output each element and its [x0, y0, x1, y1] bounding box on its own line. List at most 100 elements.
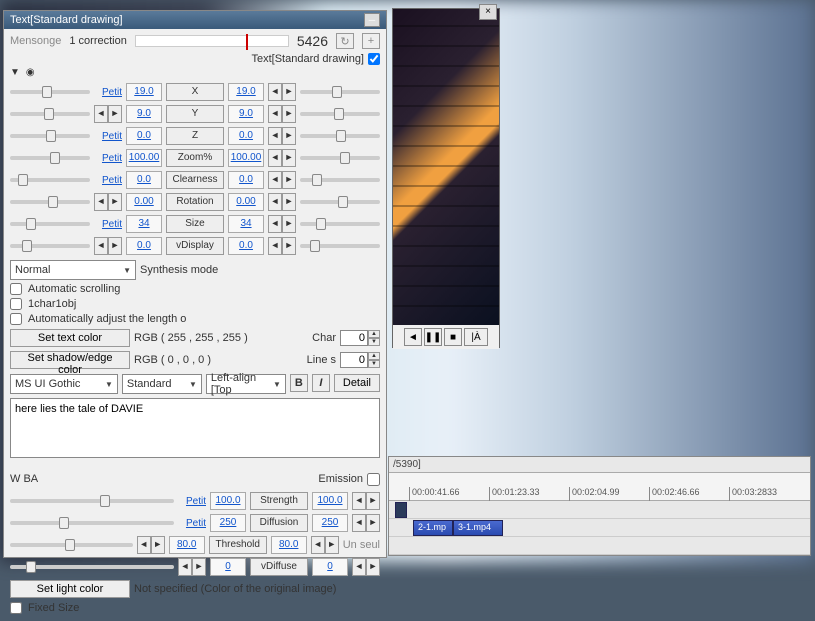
slider[interactable]: [300, 90, 380, 94]
value-left[interactable]: 100.0: [210, 492, 246, 510]
size-link[interactable]: Petit: [94, 87, 122, 98]
value-right[interactable]: 250: [312, 514, 348, 532]
step-arrows[interactable]: ◄►: [137, 536, 165, 554]
pause-button[interactable]: ❚❚: [424, 328, 442, 346]
stop-button[interactable]: ■: [444, 328, 462, 346]
value-right[interactable]: 0.0: [228, 127, 264, 145]
value-left[interactable]: 0.00: [126, 193, 162, 211]
size-link[interactable]: Petit: [94, 153, 122, 164]
slider[interactable]: [10, 200, 90, 204]
text-input[interactable]: here lies the tale of DAVIE: [10, 398, 380, 458]
italic-button[interactable]: I: [312, 374, 330, 392]
prev-frame-button[interactable]: ◄: [404, 328, 422, 346]
size-link[interactable]: Petit: [178, 496, 206, 507]
set-shadow-color-button[interactable]: Set shadow/edge color: [10, 351, 130, 369]
autolen-checkbox[interactable]: [10, 313, 22, 325]
line-spinner[interactable]: ▲▼: [340, 352, 380, 368]
param-size[interactable]: Size: [166, 215, 224, 233]
value-right[interactable]: 0.0: [228, 171, 264, 189]
step-arrows[interactable]: ◄►: [268, 105, 296, 123]
param-zoom%[interactable]: Zoom%: [166, 149, 224, 167]
step-arrows[interactable]: ◄►: [268, 215, 296, 233]
size-link[interactable]: Petit: [178, 518, 206, 529]
char-spinner[interactable]: ▲▼: [340, 330, 380, 346]
value-left[interactable]: 19.0: [126, 83, 162, 101]
slider[interactable]: [10, 134, 90, 138]
slider[interactable]: [10, 521, 174, 525]
value-right[interactable]: 9.0: [228, 105, 264, 123]
clip[interactable]: [395, 502, 407, 518]
track-row[interactable]: [389, 501, 810, 519]
slider[interactable]: [300, 200, 380, 204]
value-left[interactable]: 9.0: [126, 105, 162, 123]
slider[interactable]: [10, 222, 90, 226]
step-arrows[interactable]: ◄►: [311, 536, 339, 554]
value-right[interactable]: 80.0: [271, 536, 307, 554]
slider[interactable]: [10, 156, 90, 160]
collapse-icon[interactable]: ▼: [10, 67, 20, 78]
slider[interactable]: [300, 244, 380, 248]
slider[interactable]: [300, 178, 380, 182]
param-y[interactable]: Y: [166, 105, 224, 123]
track-row[interactable]: 2-1.mp 3-1.mp4: [389, 519, 810, 537]
timeline-ruler[interactable]: 00:00:41.66 00:01:23.33 00:02:04.99 00:0…: [389, 473, 810, 501]
value-right[interactable]: 0: [312, 558, 348, 576]
param-vdisplay[interactable]: vDisplay: [166, 237, 224, 255]
step-arrows[interactable]: ◄►: [268, 149, 296, 167]
track-row[interactable]: [389, 537, 810, 555]
fixed-size-checkbox[interactable]: [10, 602, 22, 614]
step-arrows[interactable]: ◄►: [352, 492, 380, 510]
step-arrows[interactable]: ◄►: [352, 558, 380, 576]
step-arrows[interactable]: ◄►: [268, 127, 296, 145]
value-right[interactable]: 100.0: [312, 492, 348, 510]
refresh-icon[interactable]: ↻: [336, 33, 354, 49]
value-right[interactable]: 19.0: [228, 83, 264, 101]
size-link[interactable]: Petit: [94, 131, 122, 142]
detail-button[interactable]: Detail: [334, 374, 380, 392]
value-left[interactable]: 250: [210, 514, 246, 532]
timeline-scrub[interactable]: [135, 35, 289, 47]
value-left[interactable]: 0.0: [126, 127, 162, 145]
slider[interactable]: [10, 112, 90, 116]
slider[interactable]: [300, 112, 380, 116]
add-icon[interactable]: +: [362, 33, 380, 49]
slider[interactable]: [10, 543, 133, 547]
value-right[interactable]: 100.00: [228, 149, 264, 167]
emission-checkbox[interactable]: [367, 473, 380, 486]
slider[interactable]: [300, 222, 380, 226]
step-arrows[interactable]: ◄►: [178, 558, 206, 576]
step-arrows[interactable]: ◄►: [352, 514, 380, 532]
align-select[interactable]: Left-align [Top▼: [206, 374, 286, 394]
param-strength[interactable]: Strength: [250, 492, 308, 510]
param-x[interactable]: X: [166, 83, 224, 101]
slider[interactable]: [10, 244, 90, 248]
slider[interactable]: [300, 134, 380, 138]
value-left[interactable]: 80.0: [169, 536, 205, 554]
clip[interactable]: 2-1.mp: [413, 520, 453, 536]
step-arrows[interactable]: ◄►: [94, 193, 122, 211]
size-link[interactable]: Petit: [94, 219, 122, 230]
synthesis-select[interactable]: Normal▼: [10, 260, 136, 280]
close-icon[interactable]: ×: [479, 4, 497, 20]
value-right[interactable]: 0.0: [228, 237, 264, 255]
font-style-select[interactable]: Standard▼: [122, 374, 202, 394]
step-arrows[interactable]: ◄►: [94, 237, 122, 255]
slider[interactable]: [10, 499, 174, 503]
step-arrows[interactable]: ◄►: [268, 83, 296, 101]
size-link[interactable]: Petit: [94, 175, 122, 186]
step-arrows[interactable]: ◄►: [268, 171, 296, 189]
char1obj-checkbox[interactable]: [10, 298, 22, 310]
value-right[interactable]: 0.00: [228, 193, 264, 211]
bold-button[interactable]: B: [290, 374, 308, 392]
param-clearness[interactable]: Clearness: [166, 171, 224, 189]
param-rotation[interactable]: Rotation: [166, 193, 224, 211]
set-light-color-button[interactable]: Set light color: [10, 580, 130, 598]
value-left[interactable]: 0.0: [126, 237, 162, 255]
slider[interactable]: [10, 565, 174, 569]
param-diffusion[interactable]: Diffusion: [250, 514, 308, 532]
font-family-select[interactable]: MS UI Gothic▼: [10, 374, 118, 394]
clip[interactable]: 3-1.mp4: [453, 520, 503, 536]
eye-icon[interactable]: ◉: [26, 67, 35, 78]
step-arrows[interactable]: ◄►: [94, 105, 122, 123]
set-text-color-button[interactable]: Set text color: [10, 329, 130, 347]
